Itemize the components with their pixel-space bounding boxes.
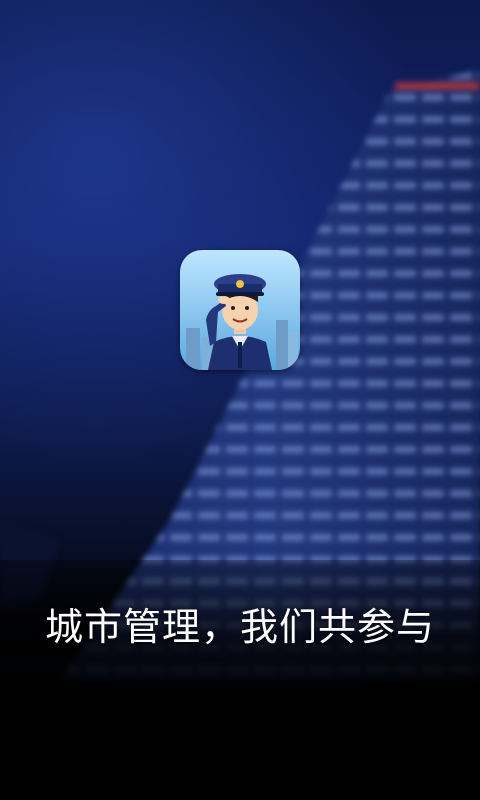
tagline-text: 城市管理，我们共参与 <box>44 605 435 649</box>
splash-screen: 城市管理，我们共参与 <box>0 0 480 800</box>
saluting-officer-icon <box>180 250 300 370</box>
app-icon <box>180 250 300 370</box>
